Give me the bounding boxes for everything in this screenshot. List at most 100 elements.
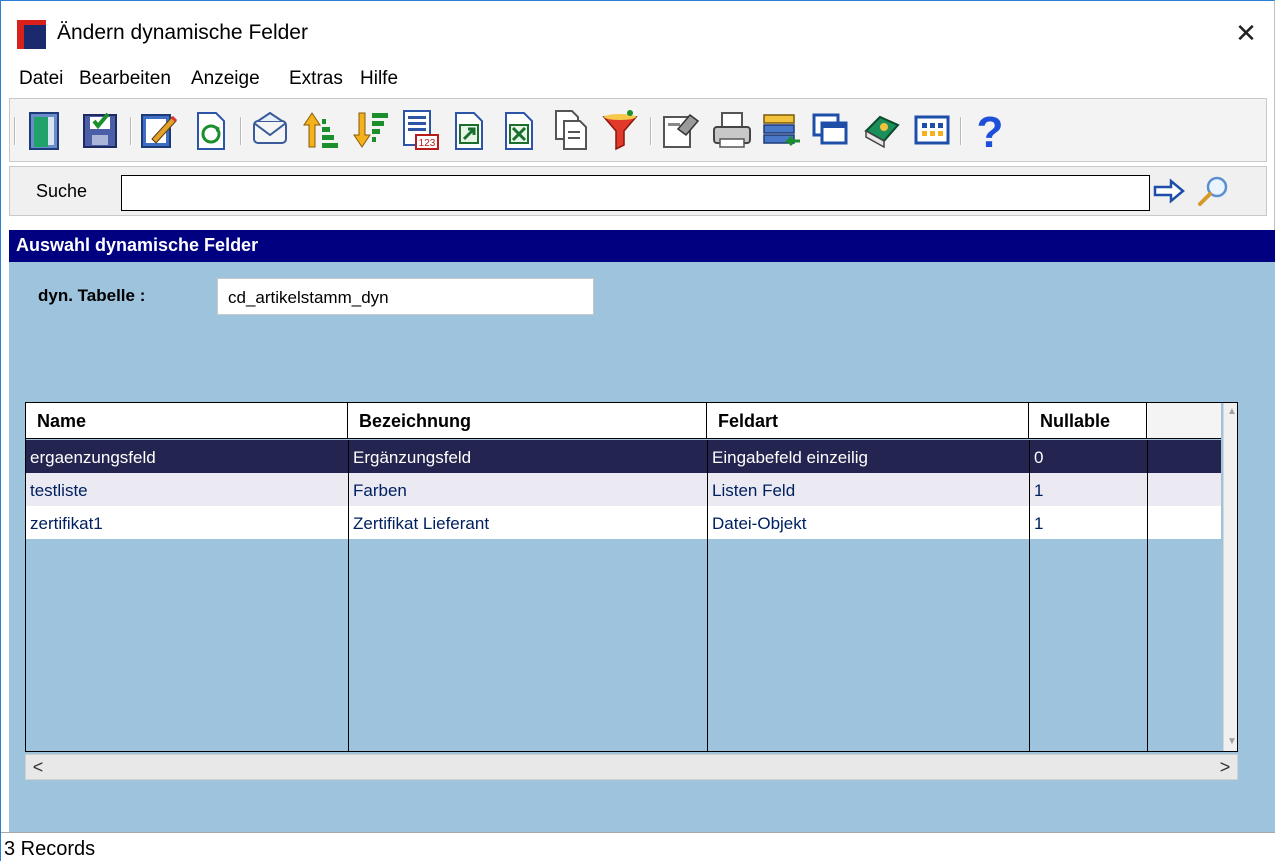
title-bar: Ändern dynamische Felder ✕: [1, 1, 1274, 63]
toolbar-separator: [960, 117, 962, 145]
toolbar-separator: [130, 117, 132, 145]
column-divider: [1029, 440, 1030, 751]
column-divider: [707, 440, 708, 751]
sort-ascending-button[interactable]: [300, 107, 340, 153]
toolbar: 123 ?: [9, 98, 1267, 162]
search-label: Suche: [36, 181, 88, 201]
column-header-nullable[interactable]: Nullable: [1029, 403, 1147, 438]
exit-door-icon: [29, 112, 59, 150]
svg-text:123: 123: [419, 138, 436, 149]
panel-title: Auswahl dynamische Felder: [9, 230, 1275, 262]
table-row[interactable]: zertifikat1 Zertifikat Lieferant Datei-O…: [26, 506, 1221, 539]
cell-name: testliste: [30, 481, 88, 500]
toolbar-separator: [14, 117, 16, 145]
transfer-button[interactable]: [762, 107, 802, 153]
windows-button[interactable]: [812, 107, 852, 153]
transfer-icon: [763, 114, 800, 147]
filter-icon: [602, 110, 638, 151]
app-window: Ändern dynamische Felder ✕ Datei Bearbei…: [0, 0, 1275, 862]
print-icon: [713, 112, 751, 148]
help-icon: ?: [977, 108, 1004, 153]
cell-feldart: Listen Feld: [712, 481, 796, 500]
status-bar: 3 Records: [1, 832, 1275, 862]
search-input[interactable]: [121, 175, 1150, 211]
menu-extras[interactable]: Extras: [289, 68, 343, 90]
export-button[interactable]: [450, 107, 490, 153]
close-button[interactable]: ✕: [1226, 13, 1266, 53]
mail-button[interactable]: [250, 107, 290, 153]
book-button[interactable]: [862, 107, 902, 153]
app-logo-icon: [17, 20, 46, 49]
exit-button[interactable]: [24, 107, 64, 153]
horizontal-scrollbar[interactable]: < >: [25, 754, 1238, 780]
scroll-right-icon[interactable]: >: [1213, 755, 1237, 779]
svg-text:?: ?: [977, 108, 1004, 153]
sort-ascending-icon: [303, 112, 338, 148]
cell-bezeichnung: Ergänzungsfeld: [353, 448, 472, 467]
table-row[interactable]: ergaenzungsfeld Ergänzungsfeld Eingabefe…: [26, 440, 1221, 473]
sort-descending-icon: [353, 112, 388, 148]
refresh-icon: [197, 112, 225, 150]
copy-icon: [555, 110, 587, 150]
number-format-button[interactable]: 123: [400, 107, 440, 153]
windows-icon: [812, 113, 848, 145]
table-row[interactable]: testliste Farben Listen Feld 1: [26, 473, 1221, 506]
edit-icon: [141, 114, 178, 148]
grid-body: ergaenzungsfeld Ergänzungsfeld Eingabefe…: [26, 440, 1221, 751]
cell-nullable: 1: [1034, 514, 1044, 533]
menu-datei[interactable]: Datei: [19, 68, 63, 90]
grid-header: Name Bezeichnung Feldart Nullable: [26, 403, 1221, 439]
vertical-scrollbar[interactable]: ▲ ▼: [1223, 403, 1237, 751]
cell-nullable: 0: [1034, 448, 1044, 467]
refresh-button[interactable]: [190, 107, 230, 153]
cell-feldart: Datei-Objekt: [712, 514, 807, 533]
filter-button[interactable]: [600, 107, 640, 153]
menu-bearbeiten[interactable]: Bearbeiten: [79, 68, 171, 90]
cell-name: zertifikat1: [30, 514, 103, 533]
column-divider: [1147, 440, 1148, 751]
sort-descending-button[interactable]: [350, 107, 390, 153]
excel-export-button[interactable]: [500, 107, 540, 153]
fields-grid: Name Bezeichnung Feldart Nullable ergaen…: [25, 402, 1238, 752]
calendar-grid-icon: [914, 115, 950, 145]
magnifier-icon[interactable]: [1195, 173, 1231, 209]
print-button[interactable]: [712, 107, 752, 153]
cell-bezeichnung: Farben: [353, 481, 407, 500]
mail-icon: [253, 111, 287, 144]
arrow-right-icon[interactable]: [1153, 177, 1187, 205]
cell-nullable: 1: [1034, 481, 1044, 500]
edit-button[interactable]: [138, 107, 178, 153]
save-icon: [83, 112, 117, 148]
menu-hilfe[interactable]: Hilfe: [360, 68, 398, 90]
cell-feldart: Eingabefeld einzeilig: [712, 448, 868, 467]
column-header-filler: [1147, 403, 1221, 438]
column-header-name[interactable]: Name: [26, 403, 348, 438]
column-header-feldart[interactable]: Feldart: [707, 403, 1029, 438]
properties-button[interactable]: [660, 107, 700, 153]
number-format-icon: 123: [403, 110, 439, 150]
column-divider: [348, 440, 349, 751]
scroll-left-icon[interactable]: <: [26, 755, 50, 779]
calendar-grid-button[interactable]: [912, 107, 952, 153]
copy-button[interactable]: [550, 107, 590, 153]
excel-export-icon: [505, 112, 533, 150]
window-title: Ändern dynamische Felder: [57, 21, 308, 44]
toolbar-separator: [240, 117, 242, 145]
save-button[interactable]: [80, 107, 120, 153]
cell-name: ergaenzungsfeld: [30, 448, 156, 467]
record-count: 3 Records: [4, 838, 96, 860]
properties-icon: [663, 113, 700, 148]
book-icon: [864, 115, 900, 149]
dyn-table-field[interactable]: cd_artikelstamm_dyn: [217, 278, 594, 315]
scroll-up-icon[interactable]: ▲: [1224, 403, 1237, 421]
toolbar-separator: [650, 117, 652, 145]
cell-bezeichnung: Zertifikat Lieferant: [353, 514, 490, 533]
help-button[interactable]: ?: [970, 107, 1010, 153]
main-panel: Auswahl dynamische Felder dyn. Tabelle :…: [9, 230, 1275, 832]
menu-bar: Datei Bearbeiten Anzeige Extras Hilfe: [1, 63, 1274, 99]
export-icon: [455, 112, 483, 150]
column-header-bezeichnung[interactable]: Bezeichnung: [348, 403, 707, 438]
scroll-down-icon[interactable]: ▼: [1224, 733, 1237, 751]
dyn-table-label: dyn. Tabelle :: [38, 286, 146, 305]
menu-anzeige[interactable]: Anzeige: [191, 68, 260, 90]
